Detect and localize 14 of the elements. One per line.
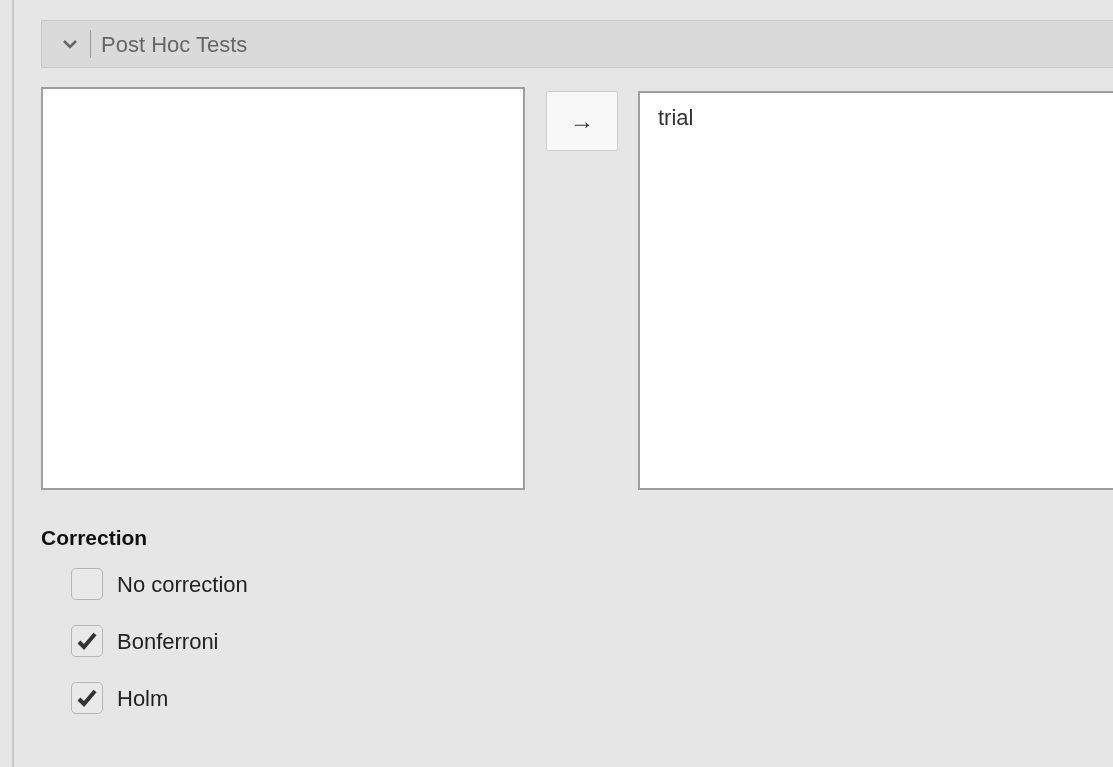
- checkbox[interactable]: [71, 568, 103, 600]
- section-label: Correction: [41, 525, 149, 551]
- section-title: Post Hoc Tests: [101, 30, 248, 59]
- checkbox[interactable]: [71, 682, 103, 714]
- check-icon: [77, 688, 97, 708]
- move-button[interactable]: →: [546, 91, 618, 151]
- check-icon: [77, 631, 97, 651]
- checkbox[interactable]: [71, 625, 103, 657]
- checkbox-label: Bonferroni: [117, 627, 219, 656]
- checkbox-label: No correction: [117, 570, 248, 599]
- list-item[interactable]: trial: [658, 101, 1113, 134]
- selected-variables-list[interactable]: trial: [638, 91, 1113, 490]
- checkbox-label: Holm: [117, 684, 169, 713]
- section-header[interactable]: Post Hoc Tests: [41, 20, 1113, 68]
